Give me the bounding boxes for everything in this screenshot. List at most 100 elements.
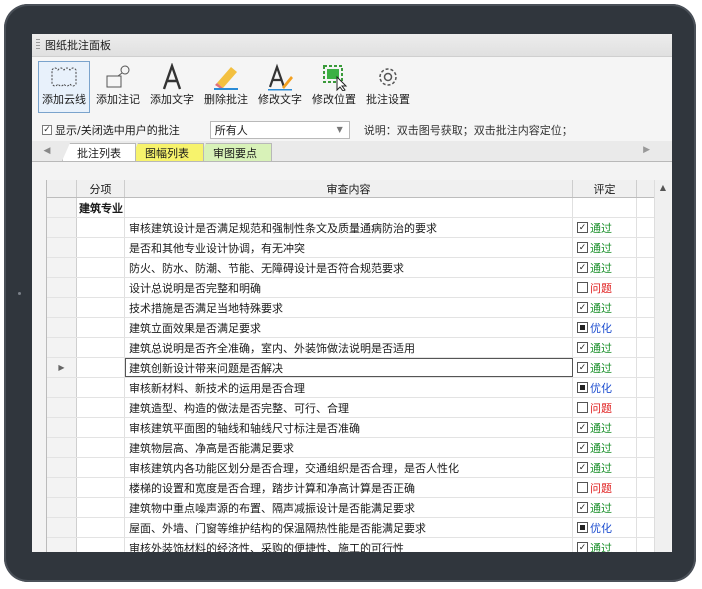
- rating-cell[interactable]: 优化: [573, 518, 637, 537]
- row-indicator[interactable]: [47, 258, 77, 277]
- show-annotations-checkbox[interactable]: ✓: [42, 125, 52, 135]
- table-row[interactable]: 审核外装饰材料的经济性、采购的便捷性、施工的可行性 ✓ 通过: [47, 538, 671, 552]
- content-cell[interactable]: 建筑物层高、净高是否能满足要求: [125, 438, 573, 457]
- move-position-button[interactable]: 修改位置: [308, 61, 360, 113]
- rating-checkbox[interactable]: [577, 322, 588, 333]
- content-cell[interactable]: 设计总说明是否完整和明确: [125, 278, 573, 297]
- tab-scroll-right-icon[interactable]: ▶: [643, 145, 650, 155]
- content-cell[interactable]: 建筑创新设计带来问题是否解决: [125, 358, 573, 377]
- content-cell[interactable]: 建筑物中重点噪声源的布置、隔声减振设计是否能满足要求: [125, 498, 573, 517]
- delete-annotation-button[interactable]: 删除批注: [200, 61, 252, 113]
- content-cell[interactable]: 审核建筑设计是否满足规范和强制性条文及质量通病防治的要求: [125, 218, 573, 237]
- rating-checkbox[interactable]: ✓: [577, 542, 588, 552]
- rating-cell[interactable]: ✓ 通过: [573, 538, 637, 552]
- row-indicator[interactable]: [47, 538, 77, 552]
- row-indicator[interactable]: [47, 418, 77, 437]
- content-cell[interactable]: 技术措施是否满足当地特殊要求: [125, 298, 573, 317]
- table-row[interactable]: 审核建筑设计是否满足规范和强制性条文及质量通病防治的要求 ✓ 通过: [47, 218, 671, 238]
- add-cloud-line-button[interactable]: 添加云线: [38, 61, 90, 113]
- table-row[interactable]: 防火、防水、防潮、节能、无障碍设计是否符合规范要求 ✓ 通过: [47, 258, 671, 278]
- content-cell[interactable]: 是否和其他专业设计协调，有无冲突: [125, 238, 573, 257]
- row-indicator[interactable]: [47, 438, 77, 457]
- rating-checkbox[interactable]: ✓: [577, 262, 588, 273]
- tab-sheet-list[interactable]: 图幅列表: [130, 143, 204, 161]
- column-header-rating[interactable]: 评定: [573, 180, 637, 197]
- table-row[interactable]: 设计总说明是否完整和明确 问题: [47, 278, 671, 298]
- current-row-arrow-icon[interactable]: ▶: [47, 358, 77, 377]
- rating-cell[interactable]: 问题: [573, 398, 637, 417]
- user-select[interactable]: 所有人 ▼: [209, 121, 350, 139]
- rating-checkbox[interactable]: [577, 282, 588, 293]
- rating-checkbox[interactable]: [577, 382, 588, 393]
- rating-cell[interactable]: ✓ 通过: [573, 338, 637, 357]
- table-row[interactable]: 楼梯的设置和宽度是否合理，踏步计算和净高计算是否正确 问题: [47, 478, 671, 498]
- column-header-category[interactable]: 分项: [77, 180, 125, 197]
- row-indicator[interactable]: [47, 278, 77, 297]
- edit-text-button[interactable]: 修改文字: [254, 61, 306, 113]
- row-indicator[interactable]: [47, 298, 77, 317]
- content-cell[interactable]: 屋面、外墙、门窗等维护结构的保温隔热性能是否能满足要求: [125, 518, 573, 537]
- table-row[interactable]: 建筑物层高、净高是否能满足要求 ✓ 通过: [47, 438, 671, 458]
- row-indicator[interactable]: [47, 398, 77, 417]
- table-row[interactable]: 审核新材料、新技术的运用是否合理 优化: [47, 378, 671, 398]
- row-indicator[interactable]: [47, 218, 77, 237]
- rating-cell[interactable]: ✓ 通过: [573, 298, 637, 317]
- content-cell[interactable]: 建筑立面效果是否满足要求: [125, 318, 573, 337]
- table-row[interactable]: ▶ 建筑创新设计带来问题是否解决 ✓ 通过: [47, 358, 671, 378]
- rating-checkbox[interactable]: ✓: [577, 362, 588, 373]
- table-row[interactable]: 审核建筑平面图的轴线和轴线尺寸标注是否准确 ✓ 通过: [47, 418, 671, 438]
- scroll-up-icon[interactable]: ▲: [655, 180, 671, 192]
- rating-cell[interactable]: ✓ 通过: [573, 418, 637, 437]
- rating-cell[interactable]: ✓ 通过: [573, 238, 637, 257]
- tab-scroll-left-icon[interactable]: ◀: [32, 146, 62, 156]
- rating-cell[interactable]: 优化: [573, 378, 637, 397]
- tab-review-points[interactable]: 审图要点: [198, 143, 272, 161]
- add-note-button[interactable]: 添加注记: [92, 61, 144, 113]
- row-indicator[interactable]: [47, 498, 77, 517]
- row-indicator[interactable]: [47, 198, 77, 217]
- table-row[interactable]: 审核建筑内各功能区划分是否合理，交通组织是否合理，是否人性化 ✓ 通过: [47, 458, 671, 478]
- content-cell[interactable]: 防火、防水、防潮、节能、无障碍设计是否符合规范要求: [125, 258, 573, 277]
- row-indicator[interactable]: [47, 518, 77, 537]
- row-indicator[interactable]: [47, 338, 77, 357]
- row-indicator[interactable]: [47, 458, 77, 477]
- content-cell[interactable]: 审核新材料、新技术的运用是否合理: [125, 378, 573, 397]
- row-indicator[interactable]: [47, 378, 77, 397]
- chevron-down-icon[interactable]: ▼: [337, 125, 343, 134]
- column-header-content[interactable]: 审查内容: [125, 180, 573, 197]
- row-header-corner[interactable]: [47, 180, 77, 197]
- content-cell[interactable]: 审核建筑内各功能区划分是否合理，交通组织是否合理，是否人性化: [125, 458, 573, 477]
- row-indicator[interactable]: [47, 318, 77, 337]
- rating-cell[interactable]: ✓ 通过: [573, 218, 637, 237]
- content-cell[interactable]: 审核建筑平面图的轴线和轴线尺寸标注是否准确: [125, 418, 573, 437]
- category-row[interactable]: 建筑专业: [47, 198, 671, 218]
- title-bar[interactable]: 图纸批注面板: [32, 34, 672, 57]
- table-row[interactable]: 建筑物中重点噪声源的布置、隔声减振设计是否能满足要求 ✓ 通过: [47, 498, 671, 518]
- tab-annotation-list[interactable]: 批注列表: [62, 143, 136, 161]
- vertical-scrollbar[interactable]: ▲: [654, 180, 671, 552]
- rating-checkbox[interactable]: ✓: [577, 342, 588, 353]
- drag-grip-icon[interactable]: [36, 39, 40, 51]
- table-row[interactable]: 屋面、外墙、门窗等维护结构的保温隔热性能是否能满足要求 优化: [47, 518, 671, 538]
- rating-checkbox[interactable]: [577, 402, 588, 413]
- rating-checkbox[interactable]: ✓: [577, 242, 588, 253]
- rating-cell[interactable]: 优化: [573, 318, 637, 337]
- rating-checkbox[interactable]: ✓: [577, 422, 588, 433]
- rating-checkbox[interactable]: ✓: [577, 442, 588, 453]
- content-cell[interactable]: 审核外装饰材料的经济性、采购的便捷性、施工的可行性: [125, 538, 573, 552]
- rating-checkbox[interactable]: [577, 522, 588, 533]
- rating-cell[interactable]: 问题: [573, 478, 637, 497]
- rating-checkbox[interactable]: ✓: [577, 502, 588, 513]
- content-cell[interactable]: 建筑总说明是否齐全准确，室内、外装饰做法说明是否适用: [125, 338, 573, 357]
- rating-cell[interactable]: 问题: [573, 278, 637, 297]
- row-indicator[interactable]: [47, 478, 77, 497]
- annotation-settings-button[interactable]: 批注设置: [362, 61, 414, 113]
- rating-checkbox[interactable]: ✓: [577, 302, 588, 313]
- table-row[interactable]: 建筑总说明是否齐全准确，室内、外装饰做法说明是否适用 ✓ 通过: [47, 338, 671, 358]
- rating-checkbox[interactable]: [577, 482, 588, 493]
- row-indicator[interactable]: [47, 238, 77, 257]
- rating-cell[interactable]: ✓ 通过: [573, 458, 637, 477]
- rating-cell[interactable]: ✓ 通过: [573, 438, 637, 457]
- rating-cell[interactable]: ✓ 通过: [573, 498, 637, 517]
- rating-cell[interactable]: ✓ 通过: [573, 258, 637, 277]
